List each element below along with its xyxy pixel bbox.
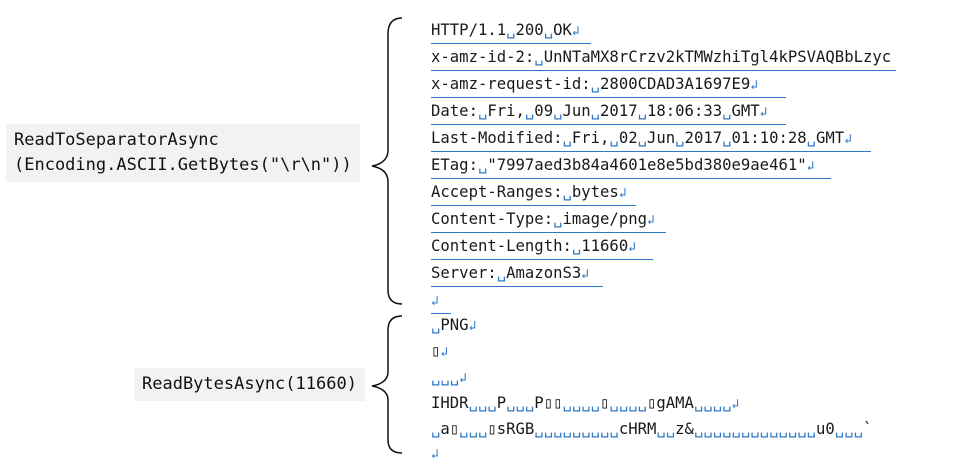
header-line: x-amz-request-id:␣2800CDAD3A1697E9↲ — [431, 71, 786, 98]
body-line: ␣a▯␣␣␣▯sRGB␣␣␣␣␣␣␣␣␣cHRM␣␣z&␣␣␣␣␣␣␣␣␣␣␣␣… — [431, 420, 873, 438]
header-line: HTTP/1.1␣200␣OK↲ — [431, 17, 591, 44]
header-line: x-amz-id-2:␣UnNTaMX8rCrzv2kTMWzhiTgl4kPS… — [431, 44, 896, 71]
header-line: Accept-Ranges:␣bytes↲ — [431, 179, 636, 206]
body-line: IHDR␣␣␣P␣␣␣P▯▯␣␣␣␣▯␣␣␣␣▯gAMA␣␣␣␣↲ — [431, 394, 740, 412]
body-line: ▯↲ — [431, 342, 449, 360]
body-line: ␣PNG↲ — [431, 316, 477, 334]
body-line: ↲ — [431, 447, 439, 462]
header-line: ETag:␣"7997aed3b84a4601e8e5bd380e9ae461"… — [431, 152, 831, 179]
body-brace — [371, 315, 403, 454]
header-line: Date:␣Fri,␣09␣Jun␣2017␣18:06:33␣GMT↲ — [431, 98, 786, 125]
header-line: Last-Modified:␣Fri,␣02␣Jun␣2017␣01:10:28… — [431, 125, 871, 152]
header-brace — [371, 17, 403, 305]
header-line: ↲ — [431, 287, 451, 314]
header-line: Server:␣AmazonS3↲ — [431, 260, 603, 287]
header-line: Content-Type:␣image/png↲ — [431, 206, 666, 233]
header-line: Content-Length:␣11660↲ — [431, 233, 653, 260]
body-line: ␣␣␣↲ — [431, 368, 467, 386]
